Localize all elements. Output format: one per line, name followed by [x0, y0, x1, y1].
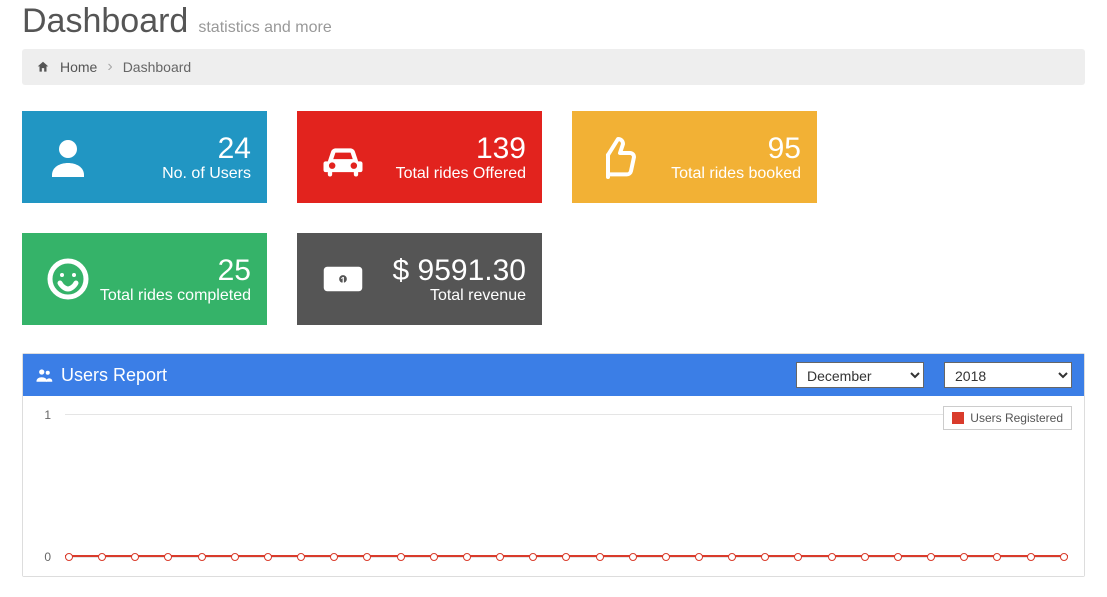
data-point	[761, 553, 769, 561]
stat-value: 25	[100, 254, 251, 287]
users-icon	[35, 366, 53, 384]
stat-label: Total rides booked	[671, 165, 801, 183]
data-point	[198, 553, 206, 561]
data-point	[397, 553, 405, 561]
stat-label: Total rides Offered	[396, 165, 526, 183]
chevron-right-icon: ›	[107, 60, 112, 74]
legend-label: Users Registered	[970, 411, 1063, 425]
stat-value: $ 9591.30	[393, 254, 526, 287]
card-rides-completed[interactable]: 25 Total rides completed	[22, 233, 267, 325]
data-point	[1060, 553, 1068, 561]
stat-cards: 24 No. of Users 139 Total rides Offered …	[22, 111, 1085, 325]
month-select[interactable]: December	[796, 362, 924, 388]
money-icon: 1	[313, 249, 373, 309]
data-point	[695, 553, 703, 561]
data-points	[65, 553, 1068, 561]
data-point	[529, 553, 537, 561]
card-rides-booked[interactable]: 95 Total rides booked	[572, 111, 817, 203]
data-point	[131, 553, 139, 561]
svg-text:1: 1	[341, 275, 346, 285]
panel-header: Users Report December 2018	[23, 354, 1084, 396]
thumbs-up-icon	[588, 127, 648, 187]
data-point	[363, 553, 371, 561]
data-point	[861, 553, 869, 561]
stat-value: 139	[396, 132, 526, 165]
year-select[interactable]: 2018	[944, 362, 1072, 388]
breadcrumb-home-link[interactable]: Home	[60, 59, 97, 75]
data-point	[960, 553, 968, 561]
data-point	[496, 553, 504, 561]
data-point	[728, 553, 736, 561]
card-users[interactable]: 24 No. of Users	[22, 111, 267, 203]
chart-legend: Users Registered	[943, 406, 1072, 430]
panel-title: Users Report	[61, 365, 167, 386]
stat-value: 24	[162, 132, 251, 165]
data-point	[828, 553, 836, 561]
data-point	[794, 553, 802, 561]
data-point	[297, 553, 305, 561]
smile-icon	[38, 249, 98, 309]
data-point	[1027, 553, 1035, 561]
data-point	[264, 553, 272, 561]
data-point	[629, 553, 637, 561]
y-axis: 1 0	[33, 408, 51, 564]
data-point	[463, 553, 471, 561]
y-tick: 1	[44, 408, 51, 422]
users-report-panel: Users Report December 2018 Users Registe…	[22, 353, 1085, 577]
card-revenue[interactable]: 1 $ 9591.30 Total revenue	[297, 233, 542, 325]
stat-value: 95	[671, 132, 801, 165]
data-point	[562, 553, 570, 561]
car-icon	[313, 127, 373, 187]
data-point	[662, 553, 670, 561]
data-point	[231, 553, 239, 561]
card-rides-offered[interactable]: 139 Total rides Offered	[297, 111, 542, 203]
data-point	[65, 553, 73, 561]
chart-area: Users Registered 1 0	[23, 396, 1084, 576]
data-point	[894, 553, 902, 561]
breadcrumb-current: Dashboard	[123, 59, 192, 75]
data-point	[330, 553, 338, 561]
user-icon	[38, 127, 98, 187]
stat-label: Total revenue	[393, 287, 526, 305]
data-point	[596, 553, 604, 561]
page-subtitle: statistics and more	[198, 19, 331, 37]
data-point	[927, 553, 935, 561]
stat-label: Total rides completed	[100, 287, 251, 305]
legend-swatch	[952, 412, 964, 424]
home-icon	[36, 60, 50, 74]
data-point	[98, 553, 106, 561]
data-point	[993, 553, 1001, 561]
breadcrumb: Home › Dashboard	[22, 49, 1085, 85]
stat-label: No. of Users	[162, 165, 251, 183]
data-point	[164, 553, 172, 561]
page-title: Dashboard	[22, 2, 188, 41]
y-tick: 0	[44, 550, 51, 564]
page-header: Dashboard statistics and more	[22, 0, 1085, 49]
plot-area	[65, 414, 1068, 558]
data-point	[430, 553, 438, 561]
